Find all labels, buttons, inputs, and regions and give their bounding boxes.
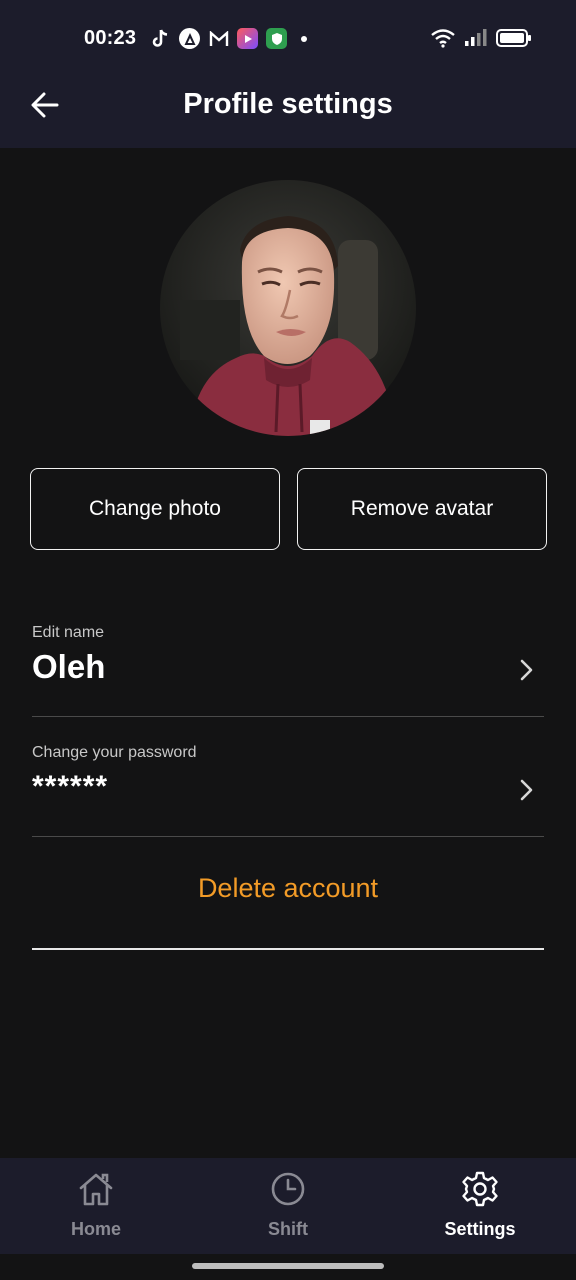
page-title: Profile settings [183, 88, 393, 120]
tiktok-icon [150, 28, 171, 49]
system-status-icons [430, 28, 532, 53]
nav-item-settings[interactable]: Settings [384, 1158, 576, 1254]
edit-name-row[interactable]: Edit name Oleh [32, 624, 544, 700]
nav-label-home: Home [70, 1219, 121, 1239]
bottom-navigation: Home Shift Settings [0, 1158, 576, 1254]
edit-name-label: Edit name [32, 624, 105, 641]
nav-label-shift: Shift [268, 1219, 308, 1239]
battery-icon [496, 29, 532, 52]
more-notifications-dot [301, 35, 307, 42]
status-bar: 00:23 [0, 0, 576, 78]
signal-icon [464, 29, 488, 52]
nav-label-settings: Settings [444, 1219, 516, 1239]
divider [32, 716, 544, 717]
gear-icon [461, 1170, 499, 1213]
profile-avatar[interactable] [160, 180, 416, 436]
home-gesture-bar[interactable] [192, 1263, 384, 1269]
name-value: Oleh [32, 648, 106, 685]
change-password-row[interactable]: Change your password ****** [32, 744, 544, 820]
change-photo-button[interactable]: Change photo [30, 468, 280, 550]
change-password-label: Change your password [32, 744, 197, 761]
shield-icon [266, 28, 287, 49]
vpn-icon [179, 28, 200, 49]
status-time: 00:23 [84, 27, 137, 49]
app-bar: Profile settings [0, 78, 576, 148]
password-value: ****** [32, 770, 109, 803]
divider [32, 948, 544, 950]
remove-avatar-button[interactable]: Remove avatar [297, 468, 547, 550]
profile-settings-screen: 00:23 Profile settings Change photo Remo… [0, 0, 576, 1280]
clock-icon [269, 1170, 307, 1213]
chevron-right-icon [520, 659, 533, 681]
wifi-icon [430, 28, 456, 53]
notification-icons [150, 28, 307, 49]
nav-item-shift[interactable]: Shift [192, 1158, 384, 1254]
gmail-icon [208, 28, 229, 49]
home-icon [77, 1170, 115, 1213]
top-bar: 00:23 Profile settings [0, 0, 576, 148]
app-icon [237, 28, 258, 49]
nav-item-home[interactable]: Home [0, 1158, 192, 1254]
delete-account-button[interactable]: Delete account [0, 873, 576, 904]
chevron-right-icon [520, 779, 533, 801]
divider [32, 836, 544, 837]
